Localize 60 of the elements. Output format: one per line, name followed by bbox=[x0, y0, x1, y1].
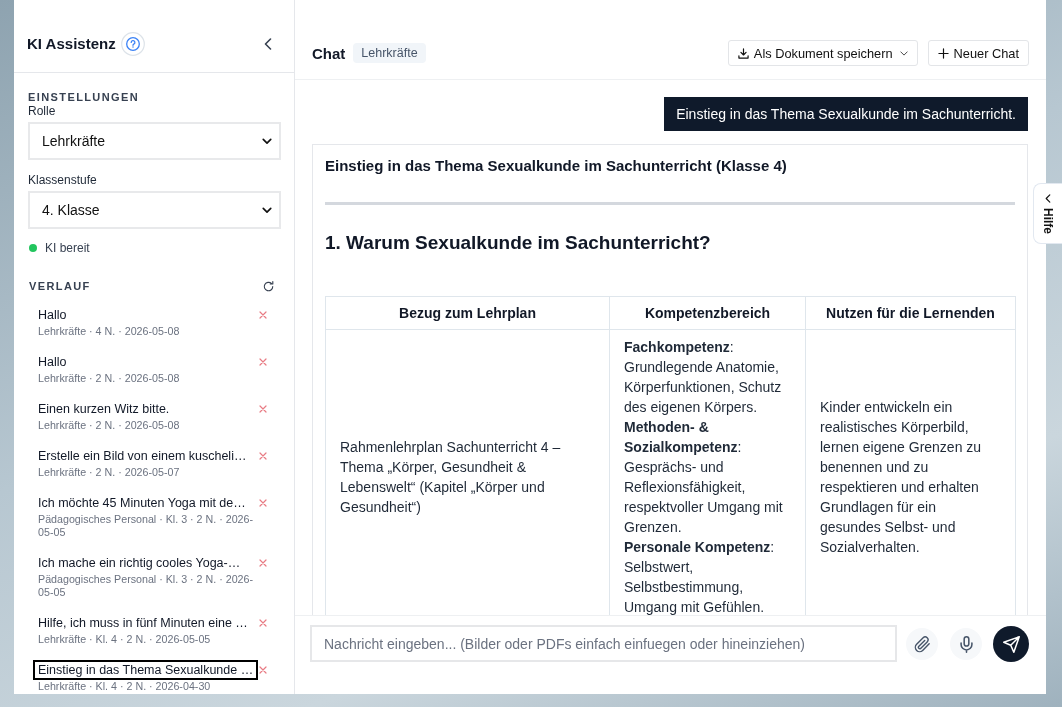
send-icon bbox=[1002, 635, 1020, 653]
history-item-meta: Pädagogisches Personal · Kl. 3 · 2 N. · 2026-05-05 bbox=[38, 513, 255, 539]
save-document-button[interactable]: Als Dokument speichern bbox=[727, 40, 918, 66]
plus-icon bbox=[937, 47, 949, 59]
paperclip-icon bbox=[913, 635, 931, 653]
attach-button[interactable] bbox=[906, 628, 938, 660]
close-icon[interactable] bbox=[259, 666, 267, 674]
chevron-left-icon[interactable] bbox=[264, 38, 272, 50]
close-icon[interactable] bbox=[259, 559, 267, 567]
chevron-down-icon bbox=[262, 206, 272, 214]
table-header-cell: Kompetenzbereich bbox=[609, 296, 806, 330]
history-item-meta: Pädagogisches Personal · Kl. 3 · 2 N. · 2026-05-05 bbox=[38, 573, 255, 599]
table-cell: Rahmenlehrplan Sachunterricht 4 – Thema „Körper, Gesundheit & Lebenswelt“ (Kapitel „Körper und Gesundheit“) bbox=[325, 329, 610, 615]
history-item-title[interactable]: Hallo bbox=[33, 305, 72, 325]
field-label: Klassenstufe bbox=[28, 173, 98, 187]
message-input[interactable]: Nachricht eingeben... (Bilder oder PDFs einfach einfuegen oder hineinziehen) bbox=[310, 625, 897, 662]
section-heading: EINSTELLUNGEN bbox=[28, 90, 141, 104]
status-label: KI bereit bbox=[45, 241, 90, 255]
new-chat-button[interactable]: Neuer Chat bbox=[927, 40, 1029, 66]
close-icon[interactable] bbox=[259, 405, 267, 413]
history-item-title[interactable]: Ich möchte 45 Minuten Yoga mit de… bbox=[33, 493, 251, 513]
chevron-left-icon bbox=[1045, 194, 1051, 203]
microphone-button[interactable] bbox=[950, 628, 982, 660]
response-title: Einstieg in das Thema Sexualkunde im Sachunterricht (Klasse 4) bbox=[325, 156, 788, 176]
role-tag: Lehrkräfte bbox=[353, 43, 426, 63]
history-item-meta: Lehrkräfte · Kl. 4 · 2 N. · 2026-05-05 bbox=[38, 633, 211, 646]
help-tab[interactable]: Hilfe bbox=[1033, 183, 1062, 244]
help-icon[interactable] bbox=[120, 32, 145, 56]
history-item-title[interactable]: Erstelle ein Bild von einem kuscheli… bbox=[33, 446, 252, 466]
history-item-meta: Lehrkräfte · 2 N. · 2026-05-08 bbox=[38, 372, 180, 385]
dropdown-select[interactable]: 4. Klasse bbox=[28, 191, 281, 229]
history-item-meta: Lehrkräfte · Kl. 4 · 2 N. · 2026-04-30 bbox=[38, 680, 211, 693]
dropdown-select[interactable]: Lehrkräfte bbox=[28, 122, 281, 160]
history-item-title[interactable]: Einstieg in das Thema Sexualkunde … bbox=[33, 660, 259, 680]
close-icon[interactable] bbox=[259, 358, 267, 366]
close-icon[interactable] bbox=[259, 499, 267, 507]
response-heading: 1. Warum Sexualkunde im Sachunterricht? bbox=[325, 231, 712, 255]
table-header-cell: Nutzen für die Lernenden bbox=[805, 296, 1016, 330]
chevron-down-icon bbox=[262, 137, 272, 145]
chevron-down-icon bbox=[899, 50, 908, 56]
chat-title: Chat bbox=[312, 44, 346, 62]
send-button[interactable] bbox=[993, 626, 1029, 662]
field-label: Rolle bbox=[28, 104, 57, 118]
user-message: Einstieg in das Thema Sexualkunde im Sachunterricht. bbox=[664, 97, 1028, 131]
close-icon[interactable] bbox=[259, 311, 267, 319]
history-item-title[interactable]: Ich mache ein richtig cooles Yoga-… bbox=[33, 553, 246, 573]
app-title: KI Assistenz bbox=[27, 34, 116, 54]
history-item-meta: Lehrkräfte · 4 N. · 2026-05-08 bbox=[38, 325, 180, 338]
history-item-title[interactable]: Einen kurzen Witz bitte. bbox=[33, 399, 175, 419]
refresh-icon[interactable] bbox=[262, 279, 275, 293]
close-icon[interactable] bbox=[259, 452, 267, 460]
history-item-meta: Lehrkräfte · 2 N. · 2026-05-07 bbox=[38, 466, 180, 479]
download-icon bbox=[737, 47, 749, 59]
close-icon[interactable] bbox=[259, 619, 267, 627]
table-header-cell: Bezug zum Lehrplan bbox=[325, 296, 610, 330]
section-heading: VERLAUF bbox=[29, 279, 91, 293]
history-item-title[interactable]: Hallo bbox=[33, 352, 72, 372]
microphone-icon bbox=[957, 635, 975, 653]
history-item-title[interactable]: Hilfe, ich muss in fünf Minuten eine … bbox=[33, 613, 253, 633]
history-item-meta: Lehrkräfte · 2 N. · 2026-05-08 bbox=[38, 419, 180, 432]
